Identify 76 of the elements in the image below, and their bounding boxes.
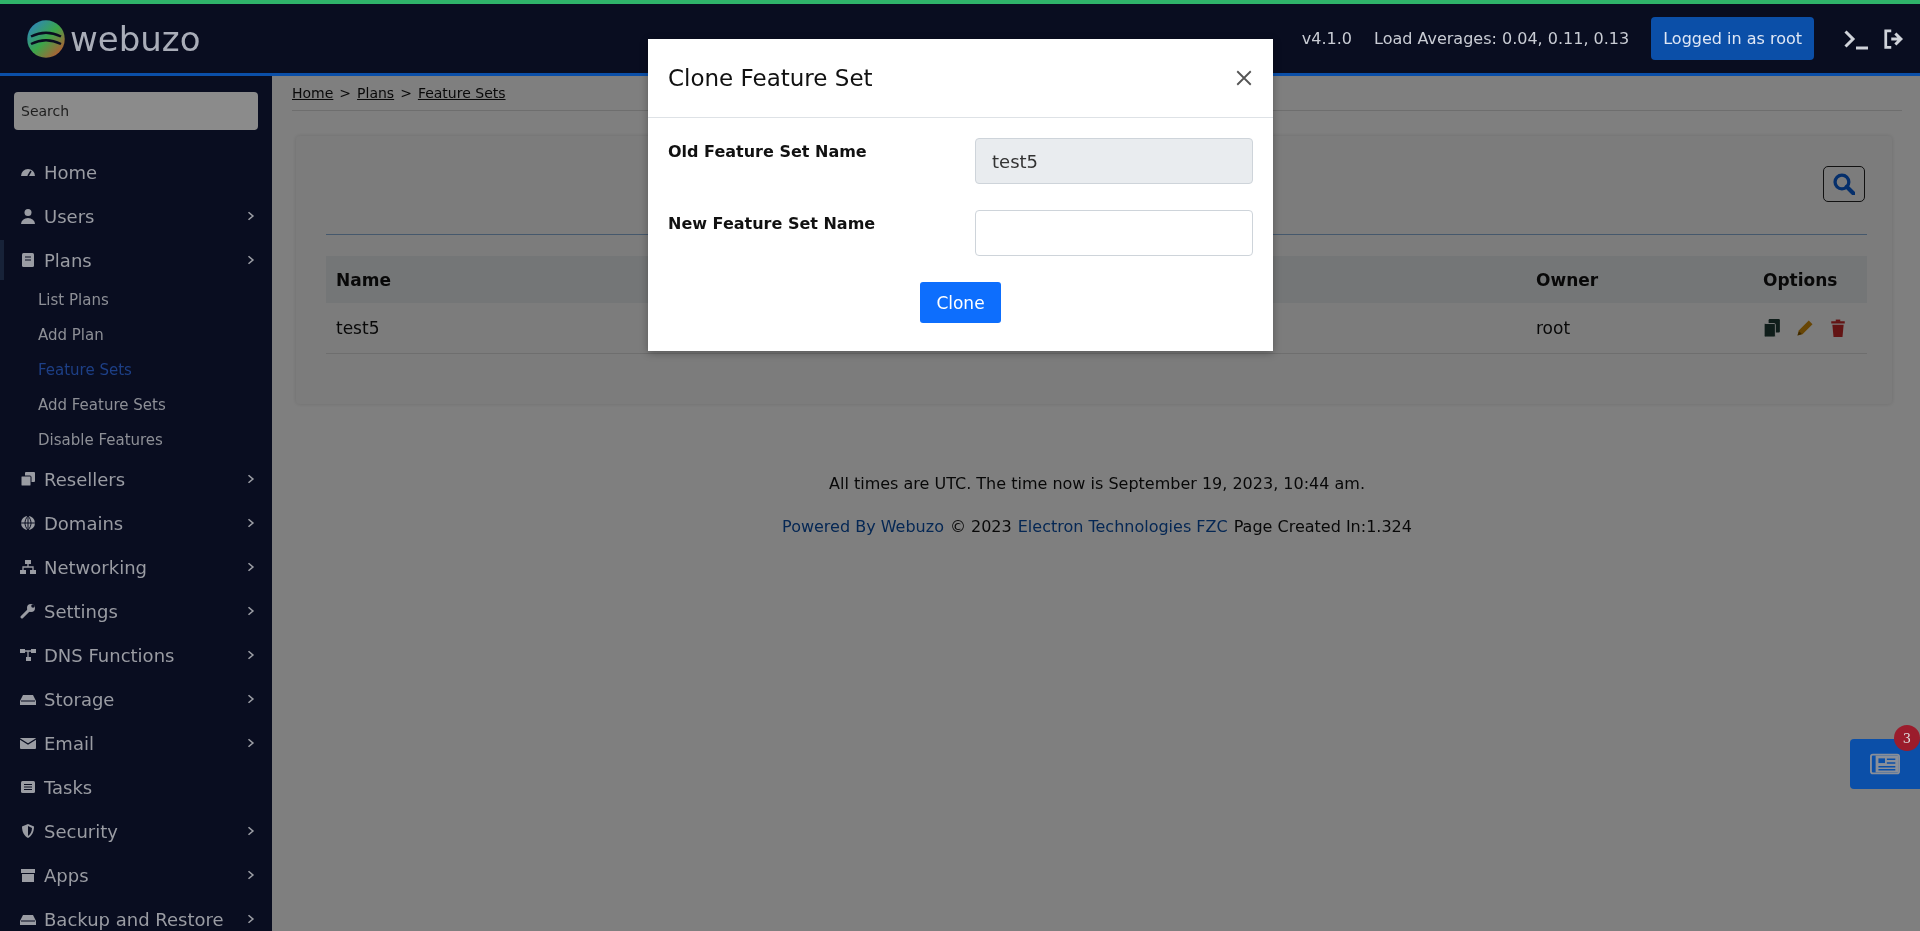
field-label: Old Feature Set Name [668,141,867,163]
submenu-item[interactable]: Add Feature Sets [0,387,272,422]
chevron-icon [246,692,256,706]
sidebar-item[interactable]: Home [0,150,272,194]
sidebar-item[interactable]: Backup and Restore [0,897,272,931]
sidebar-item[interactable]: Networking [0,545,272,589]
sitemap-icon [20,647,36,663]
search-button[interactable] [1823,166,1865,202]
sidebar-item[interactable]: Tasks [0,765,272,809]
chevron-icon [246,209,256,223]
envelope-icon [20,735,36,751]
chevron-icon [246,253,256,267]
logout-icon[interactable] [1882,27,1906,50]
chevron-icon [246,868,256,882]
network-icon [20,559,36,575]
submenu-item[interactable]: List Plans [0,282,272,317]
breadcrumb-link[interactable]: Feature Sets [417,85,506,101]
trash-icon[interactable] [1829,318,1847,338]
chevron-icon [246,648,256,662]
sidebar-item[interactable]: Resellers [0,457,272,501]
copy-icon [20,471,36,487]
sidebar-item[interactable]: Security [0,809,272,853]
sidebar-item[interactable]: Users [0,194,272,238]
company-link[interactable]: Electron Technologies FZC [1017,517,1228,536]
user-icon [20,208,36,224]
close-button[interactable] [1235,69,1253,87]
panel-version: v4.1.0 [1301,29,1352,48]
sidebar-item[interactable]: Apps [0,853,272,897]
logo-icon [26,18,66,59]
load-averages: Load Averages: 0.04, 0.11, 0.13 [1374,29,1630,48]
notification-badge: 3 [1894,725,1920,751]
search-field[interactable]: Search [14,92,258,130]
breadcrumb-separator: > [400,85,412,101]
chevron-icon [246,472,256,486]
field-label: New Feature Set Name [668,213,876,235]
table-cell-text: root [1536,318,1572,338]
sidebar-item[interactable]: DNS Functions [0,633,272,677]
sidebar-item[interactable]: Email [0,721,272,765]
text-field[interactable] [975,210,1253,256]
sidebar-item[interactable]: Settings [0,589,272,633]
sidebar-item[interactable]: Plans [0,238,272,282]
book-icon [20,252,36,268]
time-note: All times are UTC. The time now is September 19, 2023, 10:44 am. [829,474,1365,493]
search-icon [1833,173,1855,195]
wrench-icon [20,603,36,619]
box-icon [20,867,36,883]
logo-text: webuzo [70,18,201,59]
page-created-text: Page Created In:1.324 [1233,517,1412,536]
shield-icon [20,823,36,839]
chevron-icon [246,560,256,574]
copy-icon[interactable] [1763,318,1781,338]
user-button[interactable]: Logged in as root [1651,17,1814,60]
breadcrumb-link[interactable]: Home [292,85,334,101]
sidebar-item[interactable]: Domains [0,501,272,545]
chevron-icon [246,824,256,838]
submenu-item[interactable]: Disable Features [0,422,272,457]
modal-title: Clone Feature Set [668,65,873,91]
close-icon [1235,69,1253,87]
chevron-icon [246,516,256,530]
chevron-icon [246,604,256,618]
copyright-text: © 2023 [949,517,1012,536]
column-header: Name [336,269,392,290]
column-header: Options [1763,269,1839,290]
powered-by-link[interactable]: Powered By Webuzo [782,517,944,536]
sidebar-item[interactable]: Storage [0,677,272,721]
clone-button[interactable]: Clone [920,282,1001,323]
breadcrumb-link[interactable]: Plans [357,85,395,101]
chevron-icon [246,736,256,750]
submenu-item[interactable]: Add Plan [0,317,272,352]
list-icon [20,779,36,795]
chevron-icon [246,912,256,926]
column-header: Owner [1536,269,1600,290]
table-cell-text: test5 [336,318,381,338]
globe-icon [20,515,36,531]
pencil-icon[interactable] [1795,318,1815,338]
breadcrumb-separator: > [339,85,352,101]
